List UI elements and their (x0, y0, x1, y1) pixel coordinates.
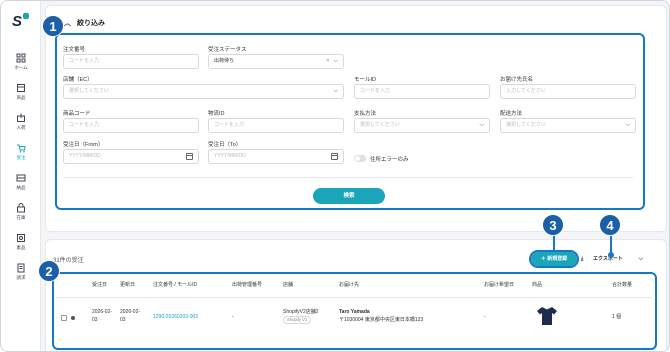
sidebar-item-label: 在庫 (16, 215, 26, 220)
sidebar-item-label: 請求 (16, 275, 26, 280)
filter-toggle[interactable]: ︿ 絞り込み (64, 18, 105, 28)
stock-icon (17, 203, 25, 213)
order-icon (17, 144, 26, 153)
sidebar-item-products[interactable]: 商品 (1, 83, 41, 109)
sidebar-item-label: 入荷 (16, 125, 26, 130)
highlight-new-button (529, 250, 579, 268)
callout-badge-3: 3 (542, 214, 564, 236)
grid-icon (16, 53, 26, 63)
sidebar-item-label: 納品 (16, 185, 26, 190)
callout-dot-4 (608, 252, 614, 258)
sidebar-item-label: ホーム (14, 65, 28, 70)
callout-line-3 (553, 234, 555, 251)
app-window: S ホーム 商品 入荷 受注 納品 在庫 素品 請求 ︿ 絞り込み 注文番号 コ… (0, 0, 670, 352)
inbound-icon (17, 113, 25, 122)
sidebar-item-label: 受注 (16, 155, 26, 160)
sidebar-item-materials[interactable]: 素品 (1, 233, 41, 259)
highlight-table-area (52, 272, 657, 350)
sidebar-item-inbound[interactable]: 入荷 (1, 113, 41, 139)
sidebar-item-orders[interactable]: 受注 (1, 143, 41, 169)
sidebar-item-invoice[interactable]: 請求 (1, 263, 41, 289)
callout-line-4 (610, 234, 612, 254)
chevron-up-icon: ︿ (64, 20, 71, 27)
filter-title: 絞り込み (77, 20, 105, 27)
sidebar-item-stock[interactable]: 在庫 (1, 203, 41, 229)
order-count: 31件の受注 (53, 258, 84, 264)
sidebar-item-delivery[interactable]: 納品 (1, 173, 41, 199)
material-icon (17, 234, 25, 242)
sidebar: S ホーム 商品 入荷 受注 納品 在庫 素品 請求 (1, 1, 41, 351)
callout-badge-2: 2 (38, 260, 60, 282)
callout-badge-4: 4 (599, 214, 621, 236)
chevron-down-icon[interactable]: ⌵ (638, 252, 643, 266)
product-icon (17, 84, 25, 92)
highlight-filter-area (55, 33, 645, 210)
callout-badge-1: 1 (42, 15, 64, 37)
delivery-icon (16, 174, 26, 182)
sidebar-item-label: 素品 (16, 245, 26, 250)
sidebar-item-label: 商品 (16, 95, 26, 100)
sidebar-item-home[interactable]: ホーム (1, 53, 41, 79)
download-icon: ⤓ (581, 256, 584, 262)
logo: S (12, 13, 30, 31)
invoice-icon (17, 263, 25, 273)
